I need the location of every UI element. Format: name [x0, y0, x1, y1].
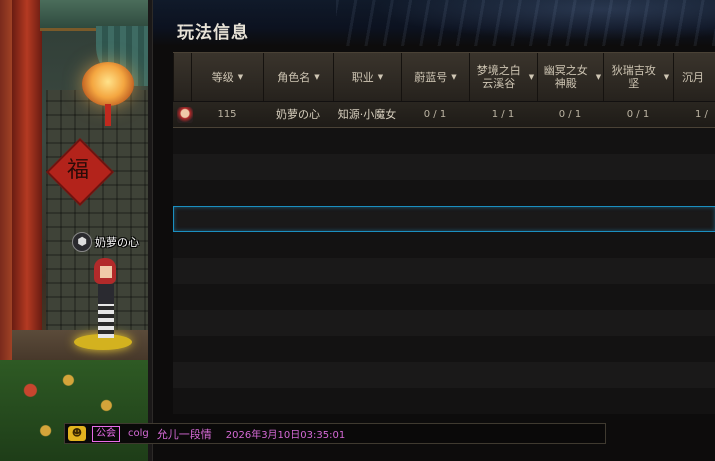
- cell-dirige-raid: 0 / 1: [626, 109, 650, 120]
- table-row-empty[interactable]: [173, 154, 715, 180]
- table-row-empty[interactable]: [173, 310, 715, 336]
- chat-message-bar[interactable]: ☻ 公会 colg 允儿一段情 2026年3月10日03:35:01: [64, 423, 606, 444]
- player-character[interactable]: [94, 258, 120, 342]
- table-row-empty[interactable]: [173, 232, 715, 258]
- window-title: 玩法信息: [177, 23, 249, 43]
- column-header-sinking-moon[interactable]: 沉月: [673, 53, 715, 101]
- scene-red-pillar: [12, 0, 42, 380]
- character-name: 奶萝の心: [95, 236, 139, 249]
- cell-class: 知源·小魔女: [337, 108, 397, 121]
- column-header-class[interactable]: 职业 ▼: [333, 53, 401, 101]
- caret-down-icon: ▼: [595, 72, 602, 81]
- lantern-tassel: [105, 104, 111, 126]
- column-header-dream-valley[interactable]: 梦境之白云溪谷 ▼: [469, 53, 537, 101]
- character-nameplate: ⬢ 奶萝の心: [72, 232, 139, 252]
- caret-down-icon: ▼: [528, 72, 535, 81]
- table-row[interactable]: 115 奶萝の心 知源·小魔女 0 / 1 1 / 1 0 / 1 0 / 1 …: [173, 102, 715, 128]
- table-row-empty-selected[interactable]: [173, 206, 715, 232]
- chat-channel-tag[interactable]: 公会: [92, 425, 120, 442]
- column-header-azure[interactable]: 蔚蓝号 ▼: [401, 53, 469, 101]
- cell-name: 奶萝の心: [276, 108, 320, 121]
- scene-wall: [0, 0, 12, 360]
- character-torso: [98, 284, 114, 304]
- table-row-empty[interactable]: [173, 128, 715, 154]
- caret-down-icon: ▼: [314, 72, 320, 81]
- table-row-empty[interactable]: [173, 388, 715, 414]
- play-info-window: 玩法信息 等级 ▼ 角色名 ▼ 职业 ▼ 蔚蓝号 ▼ 梦境之白云溪谷 ▼ 幽冥之女神殿 ▼: [152, 0, 715, 461]
- table-row-empty[interactable]: [173, 258, 715, 284]
- cell-nether-temple: 0 / 1: [558, 109, 582, 120]
- table-header: 等级 ▼ 角色名 ▼ 职业 ▼ 蔚蓝号 ▼ 梦境之白云溪谷 ▼ 幽冥之女神殿 ▼ 狄瑞吉攻坚…: [173, 52, 715, 102]
- game-scene: 福 ⬢ 奶萝の心: [0, 0, 152, 461]
- chat-timestamp: 2026年3月10日03:35:01: [225, 430, 346, 441]
- cell-azure: 0 / 1: [423, 109, 447, 120]
- guild-emblem-icon: ⬢: [72, 232, 92, 252]
- table-row-empty[interactable]: [173, 336, 715, 362]
- column-header-dirige-raid[interactable]: 狄瑞吉攻坚 ▼: [603, 53, 673, 101]
- table-row-empty[interactable]: [173, 362, 715, 388]
- character-face: [100, 266, 112, 278]
- column-header-name[interactable]: 角色名 ▼: [263, 53, 333, 101]
- column-header-avatar: [173, 53, 191, 101]
- chat-message: 允儿一段情: [156, 427, 212, 441]
- play-info-table: 等级 ▼ 角色名 ▼ 职业 ▼ 蔚蓝号 ▼ 梦境之白云溪谷 ▼ 幽冥之女神殿 ▼ 狄瑞吉攻坚…: [173, 52, 715, 422]
- window-header: 玩法信息: [153, 0, 715, 46]
- column-header-nether-temple[interactable]: 幽冥之女神殿 ▼: [537, 53, 603, 101]
- scene-flower-bush: [0, 360, 152, 461]
- fu-sign-character: 福: [66, 158, 89, 183]
- guild-chat-icon[interactable]: ☻: [68, 426, 86, 441]
- caret-down-icon: ▼: [237, 72, 244, 81]
- header-decoration: [336, 0, 715, 46]
- caret-down-icon: ▼: [663, 72, 670, 81]
- table-row-empty[interactable]: [173, 284, 715, 310]
- chat-sender[interactable]: colg: [128, 428, 149, 439]
- caret-down-icon: ▼: [377, 72, 384, 81]
- cell-sinking-moon: 1 /: [695, 109, 708, 120]
- cell-level: 115: [217, 109, 237, 120]
- table-row-empty[interactable]: [173, 180, 715, 206]
- character-legs: [98, 304, 114, 338]
- cell-dream-valley: 1 / 1: [491, 109, 515, 120]
- caret-down-icon: ▼: [451, 72, 457, 81]
- lantern-decoration: [82, 62, 134, 106]
- column-header-level[interactable]: 等级 ▼: [191, 53, 263, 101]
